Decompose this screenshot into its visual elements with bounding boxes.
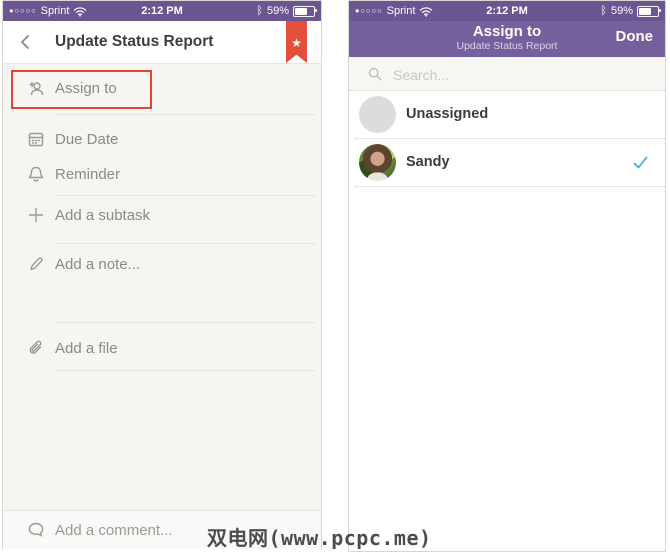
favorite-flag-button[interactable]: ★ (286, 21, 307, 63)
bluetooth-icon: ᛒ (256, 4, 263, 17)
bluetooth-icon: ᛒ (600, 4, 607, 17)
add-subtask-row[interactable]: Add a subtask (3, 197, 321, 233)
due-date-row[interactable]: Due Date (3, 121, 321, 157)
assignee-row-unassigned[interactable]: Unassigned (349, 91, 665, 138)
divider (55, 322, 315, 323)
assign-to-row[interactable]: Assign to (3, 70, 321, 106)
carrier-label: Sprint (386, 5, 416, 17)
add-file-label: Add a file (55, 339, 118, 357)
signal-strength-icon: ●○○○○ (9, 6, 37, 15)
reminder-label: Reminder (55, 165, 121, 183)
calendar-icon (28, 132, 44, 147)
battery-percent-label: 59% (266, 5, 289, 17)
comment-bubble-icon (28, 522, 44, 537)
battery-percent-label: 59% (610, 5, 633, 17)
wifi-icon (74, 6, 87, 17)
task-nav-bar: Update Status Report ★ (3, 21, 321, 64)
assign-to-label: Assign to (55, 79, 117, 97)
add-subtask-label: Add a subtask (55, 206, 151, 224)
assignee-row-sandy[interactable]: Sandy (349, 139, 665, 186)
add-person-icon (29, 81, 44, 96)
paperclip-icon (29, 340, 42, 354)
due-date-label: Due Date (55, 130, 119, 148)
battery-icon (637, 5, 661, 17)
battery-icon (293, 5, 317, 17)
watermark-text: 双电网(www.pcpc.me) (207, 526, 432, 550)
divider (55, 370, 315, 371)
star-icon: ★ (291, 36, 302, 50)
unassigned-avatar (359, 96, 396, 133)
status-bar: ●○○○○ Sprint 2:12 PM ᛒ 59% (349, 1, 665, 21)
divider (355, 186, 665, 187)
sandy-avatar (359, 144, 396, 181)
assignee-name: Sandy (406, 154, 450, 170)
divider (55, 114, 315, 115)
divider (55, 195, 315, 196)
reminder-row[interactable]: Reminder (3, 156, 321, 192)
add-comment-label: Add a comment... (55, 521, 173, 539)
search-bar (349, 57, 665, 91)
search-icon (368, 67, 382, 81)
divider (55, 243, 315, 244)
bell-icon (28, 166, 44, 182)
task-detail-screen: ●○○○○ Sprint 2:12 PM ᛒ 59% Update Status… (2, 0, 322, 549)
plus-icon (28, 207, 44, 223)
add-note-label: Add a note... (55, 255, 141, 273)
wifi-icon (420, 6, 433, 17)
pencil-icon (30, 257, 43, 271)
search-input[interactable] (391, 61, 655, 89)
signal-strength-icon: ●○○○○ (355, 6, 383, 15)
status-bar: ●○○○○ Sprint 2:12 PM ᛒ 59% (3, 1, 321, 21)
assignee-name: Unassigned (406, 106, 489, 122)
add-file-row[interactable]: Add a file (3, 330, 321, 366)
back-chevron-icon[interactable] (17, 33, 35, 51)
add-note-row[interactable]: Add a note... (3, 246, 321, 282)
done-button[interactable]: Done (616, 28, 654, 45)
assign-to-screen: ●○○○○ Sprint 2:12 PM ᛒ 59% Assign to Upd… (348, 0, 666, 552)
selected-check-icon (633, 156, 648, 169)
task-title: Update Status Report (55, 33, 214, 50)
carrier-label: Sprint (40, 5, 70, 17)
